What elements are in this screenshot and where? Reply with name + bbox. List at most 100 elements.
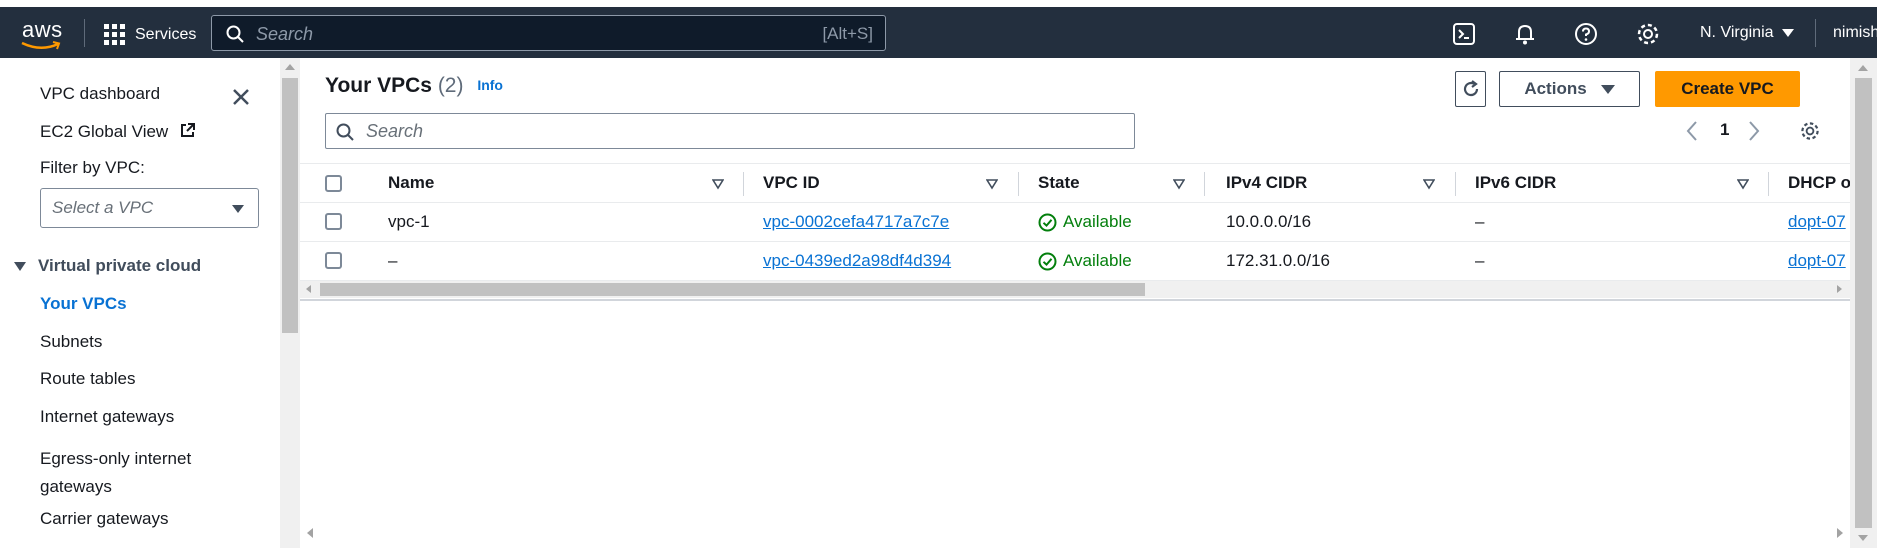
row-checkbox[interactable] bbox=[325, 252, 342, 269]
sidebar-item-your-vpcs[interactable]: Your VPCs bbox=[40, 294, 127, 314]
close-icon[interactable] bbox=[232, 88, 250, 106]
column-header-vpc-id[interactable]: VPC ID bbox=[763, 173, 820, 193]
chevron-right-icon[interactable] bbox=[1747, 120, 1761, 142]
sort-icon[interactable] bbox=[1737, 178, 1749, 190]
chevron-left-icon[interactable] bbox=[1685, 120, 1699, 142]
grid-icon bbox=[104, 24, 125, 45]
sidebar-item-ec2-global-view[interactable]: EC2 Global View bbox=[40, 122, 196, 142]
scrollbar-thumb[interactable] bbox=[282, 78, 298, 333]
cell-state: Available bbox=[1038, 212, 1132, 232]
search-icon bbox=[226, 25, 244, 43]
scroll-left-icon[interactable] bbox=[307, 528, 313, 538]
cell-ipv6-cidr: – bbox=[1475, 212, 1485, 231]
top-navigation: aws Services Search [Alt+S] N. Virginia … bbox=[0, 0, 1877, 58]
cell-vpc-id-link[interactable]: vpc-0439ed2a98df4d394 bbox=[763, 251, 951, 271]
notifications-icon[interactable] bbox=[1512, 21, 1538, 47]
scrollbar-thumb[interactable] bbox=[320, 283, 1145, 296]
caret-down-icon bbox=[1600, 84, 1615, 94]
refresh-icon bbox=[1463, 80, 1478, 97]
services-menu[interactable]: Services bbox=[104, 24, 196, 45]
state-label: Available bbox=[1063, 212, 1132, 231]
refresh-button[interactable] bbox=[1455, 71, 1486, 107]
sidebar-item-carrier-gateways[interactable]: Carrier gateways bbox=[40, 509, 169, 529]
expand-icon bbox=[14, 261, 26, 271]
sidebar-item-internet-gateways[interactable]: Internet gateways bbox=[40, 407, 174, 427]
sidebar-item-subnets[interactable]: Subnets bbox=[40, 332, 102, 352]
global-search-input[interactable]: Search [Alt+S] bbox=[211, 15, 886, 51]
create-vpc-button[interactable]: Create VPC bbox=[1655, 71, 1800, 107]
nav-divider bbox=[84, 19, 85, 47]
table-row[interactable]: – vpc-0439ed2a98df4d394 Available 172.31… bbox=[300, 242, 1850, 281]
settings-icon[interactable] bbox=[1635, 21, 1661, 47]
external-link-icon bbox=[180, 123, 195, 137]
search-icon bbox=[336, 123, 354, 141]
column-divider[interactable] bbox=[1204, 172, 1205, 196]
column-divider[interactable] bbox=[1018, 172, 1019, 196]
table-row[interactable]: vpc-1 vpc-0002cefa4717a7c7e Available 10… bbox=[300, 203, 1850, 242]
scrollbar-thumb[interactable] bbox=[1855, 78, 1872, 528]
check-circle-icon bbox=[1038, 252, 1057, 270]
actions-label: Actions bbox=[1524, 79, 1587, 98]
state-label: Available bbox=[1063, 251, 1132, 270]
vpc-filter-select[interactable]: Select a VPC bbox=[40, 188, 259, 228]
check-circle-icon bbox=[1038, 213, 1057, 231]
nav-divider bbox=[1815, 19, 1816, 47]
sidebar-item-vpc-dashboard[interactable]: VPC dashboard bbox=[40, 84, 160, 104]
help-icon[interactable] bbox=[1573, 21, 1599, 47]
sidebar-section-virtual-private-cloud[interactable]: Virtual private cloud bbox=[14, 256, 201, 276]
sidebar-scrollbar[interactable] bbox=[280, 58, 300, 548]
region-label: N. Virginia bbox=[1700, 24, 1774, 41]
column-divider[interactable] bbox=[1455, 172, 1456, 196]
scroll-right-icon bbox=[1837, 285, 1842, 293]
page-number[interactable]: 1 bbox=[1720, 120, 1729, 140]
table-search-input[interactable]: Search bbox=[325, 113, 1135, 149]
aws-logo[interactable]: aws bbox=[20, 17, 66, 51]
section-label: Virtual private cloud bbox=[38, 256, 202, 275]
services-label: Services bbox=[135, 25, 197, 43]
vpc-filter-placeholder: Select a VPC bbox=[52, 198, 154, 217]
sort-icon[interactable] bbox=[986, 178, 998, 190]
cell-ipv4-cidr: 172.31.0.0/16 bbox=[1226, 251, 1330, 270]
ec2-global-view-label: EC2 Global View bbox=[40, 122, 169, 141]
table-header: Name VPC ID State IPv4 CIDR IPv6 CIDR DH… bbox=[300, 163, 1851, 203]
main-content: Your VPCs (2) Info Actions Create VPC Se… bbox=[300, 58, 1851, 548]
column-header-ipv4-cidr[interactable]: IPv4 CIDR bbox=[1226, 173, 1307, 193]
table-divider bbox=[300, 299, 1850, 301]
select-all-checkbox[interactable] bbox=[325, 175, 342, 192]
actions-button[interactable]: Actions bbox=[1499, 71, 1640, 107]
scroll-right-icon[interactable] bbox=[1837, 528, 1843, 538]
sidebar-item-egress-only-internet-gateways[interactable]: Egress-only internet gateways bbox=[40, 445, 230, 501]
column-header-name[interactable]: Name bbox=[388, 173, 434, 193]
scroll-left-icon bbox=[306, 285, 311, 293]
cell-dhcp-link[interactable]: dopt-07 bbox=[1788, 251, 1846, 271]
row-checkbox[interactable] bbox=[325, 213, 342, 230]
column-header-ipv6-cidr[interactable]: IPv6 CIDR bbox=[1475, 173, 1556, 193]
aws-smile-icon bbox=[21, 41, 61, 50]
sort-icon[interactable] bbox=[1173, 178, 1185, 190]
cell-state: Available bbox=[1038, 251, 1132, 271]
account-menu[interactable]: nimish bbox=[1833, 24, 1877, 42]
search-placeholder: Search bbox=[256, 24, 314, 44]
table-search-placeholder: Search bbox=[366, 121, 424, 141]
cell-ipv6-cidr: – bbox=[1475, 251, 1485, 270]
page-title: Your VPCs (2) Info bbox=[325, 74, 503, 98]
table-horizontal-scrollbar[interactable] bbox=[300, 281, 1850, 298]
cell-vpc-id-link[interactable]: vpc-0002cefa4717a7c7e bbox=[763, 212, 949, 232]
page-title-text: Your VPCs bbox=[325, 74, 432, 97]
sort-icon[interactable] bbox=[1423, 178, 1435, 190]
search-shortcut: [Alt+S] bbox=[822, 24, 873, 43]
scroll-up-icon bbox=[285, 64, 295, 70]
region-selector[interactable]: N. Virginia bbox=[1700, 24, 1794, 42]
column-header-state[interactable]: State bbox=[1038, 173, 1080, 193]
cell-name: vpc-1 bbox=[388, 212, 430, 231]
info-link[interactable]: Info bbox=[477, 77, 503, 93]
cell-dhcp-link[interactable]: dopt-07 bbox=[1788, 212, 1846, 232]
column-divider[interactable] bbox=[1768, 172, 1769, 196]
cloudshell-icon[interactable] bbox=[1451, 21, 1477, 47]
table-preferences-icon[interactable] bbox=[1799, 120, 1821, 142]
sort-icon[interactable] bbox=[712, 178, 724, 190]
sidebar-item-route-tables[interactable]: Route tables bbox=[40, 369, 135, 389]
page-scrollbar[interactable] bbox=[1850, 58, 1877, 548]
column-divider[interactable] bbox=[743, 172, 744, 196]
column-header-dhcp[interactable]: DHCP o bbox=[1788, 173, 1851, 193]
